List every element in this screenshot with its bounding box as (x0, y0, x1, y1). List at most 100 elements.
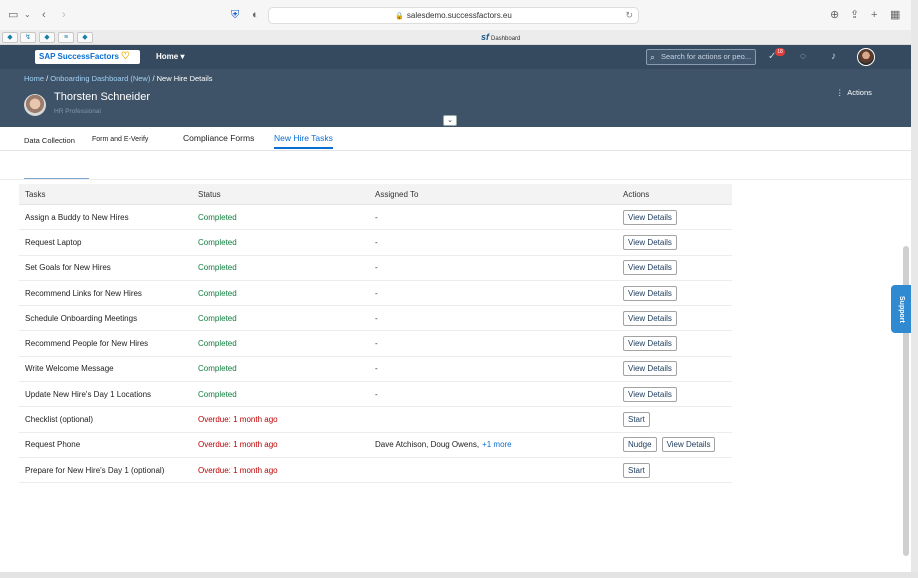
collapse-header-button[interactable]: ⌄ (443, 115, 457, 126)
view-details-button[interactable]: View Details (623, 361, 677, 377)
table-row: Prepare for New Hire's Day 1 (optional) … (19, 457, 732, 484)
tasks-table: Tasks Status Assigned To Actions Assign … (19, 184, 732, 484)
company-logo[interactable]: SAP SuccessFactors ♡ (35, 50, 140, 64)
bookmark-icon[interactable]: ↯ (20, 32, 36, 43)
breadcrumb-home[interactable]: Home (24, 74, 44, 83)
task-name: Recommend Links for New Hires (25, 288, 142, 298)
task-name: Request Phone (25, 440, 81, 450)
caret-down-icon: ▾ (180, 52, 185, 61)
tab-bar: Data Collection Form and E-Verify Compli… (0, 127, 911, 151)
bookmark-icon[interactable]: ◆ (39, 32, 55, 43)
breadcrumb-separator: / (152, 74, 155, 83)
table-row: Write Welcome Message Completed - View D… (19, 356, 732, 383)
actions-label: Actions (847, 88, 872, 97)
user-avatar[interactable] (857, 48, 875, 66)
address-bar[interactable]: 🔒 salesdemo.successfactors.eu ↻ (268, 7, 639, 24)
divider (0, 179, 911, 180)
nudge-button[interactable]: Nudge (623, 437, 657, 453)
download-icon[interactable]: ⊕ (830, 8, 839, 22)
task-status: Completed (198, 237, 237, 247)
table-row: Schedule Onboarding Meetings Completed -… (19, 306, 732, 332)
breadcrumb-separator: / (46, 74, 49, 83)
table-row: Request Phone Overdue: 1 month ago Dave … (19, 432, 732, 458)
task-assignee: Dave Atchison, Doug Owens, +1 more (375, 433, 512, 457)
tab-compliance-forms[interactable]: Compliance Forms (183, 133, 254, 143)
home-label: Home (156, 52, 179, 61)
window-edge (911, 0, 918, 578)
task-assignee: - (375, 313, 378, 323)
task-name: Request Laptop (25, 237, 82, 247)
lock-icon: 🔒 (395, 13, 404, 20)
task-name: Recommend People for New Hires (25, 339, 149, 349)
task-assignee: - (375, 263, 378, 273)
new-tab-icon[interactable]: + (871, 8, 877, 22)
reload-icon[interactable]: ↻ (625, 8, 633, 23)
view-details-button[interactable]: View Details (623, 310, 677, 326)
url-text: salesdemo.successfactors.eu (406, 11, 512, 20)
active-browser-tab[interactable]: sf Dashboard (481, 32, 520, 45)
assignee-names: Dave Atchison, Doug Owens, (375, 440, 480, 450)
bookmark-icon[interactable]: ◆ (2, 32, 18, 43)
sidebar-toggle-icon[interactable]: ▭ (8, 8, 18, 22)
view-details-button[interactable]: View Details (623, 209, 677, 225)
task-assignee: - (375, 237, 378, 247)
task-status: Completed (198, 389, 237, 399)
column-header-status: Status (198, 189, 221, 199)
actions-button[interactable]: ⋮ Actions (836, 88, 872, 97)
view-details-button[interactable]: View Details (623, 336, 677, 352)
forward-icon[interactable]: › (62, 8, 66, 22)
task-status: Completed (198, 339, 237, 349)
tab-title: Dashboard (491, 36, 521, 42)
bell-icon[interactable]: ♪ (831, 51, 836, 63)
chevron-down-icon[interactable]: ⌄ (24, 8, 31, 22)
task-status: Completed (198, 212, 237, 222)
table-row: Update New Hire's Day 1 Locations Comple… (19, 382, 732, 408)
bookmark-icon[interactable]: ≡ (58, 32, 74, 43)
table-row: Recommend Links for New Hires Completed … (19, 280, 732, 307)
shell-bar: SAP SuccessFactors ♡ Home ▾ ⌕ Search for a… (0, 45, 911, 69)
task-assignee: - (375, 389, 378, 399)
heart-icon: ♡ (120, 51, 130, 62)
task-status: Overdue: 1 month ago (198, 440, 278, 450)
search-input[interactable]: ⌕ Search for actions or peo... (646, 49, 756, 65)
tab-new-hire-tasks[interactable]: New Hire Tasks (274, 133, 333, 149)
table-row: Recommend People for New Hires Completed… (19, 331, 732, 357)
home-menu[interactable]: Home ▾ (156, 51, 184, 63)
tab-data-collection[interactable]: Data Collection (24, 136, 75, 145)
start-button[interactable]: Start (623, 412, 650, 428)
tab-overview-icon[interactable]: ▦ (890, 8, 900, 22)
table-row: Assign a Buddy to New Hires Completed - … (19, 205, 732, 231)
bookmark-icon[interactable]: ◆ (77, 32, 93, 43)
task-status: Completed (198, 263, 237, 273)
breadcrumb-onboarding[interactable]: Onboarding Dashboard (New) (50, 74, 150, 83)
view-details-button[interactable]: View Details (623, 386, 677, 402)
task-name: Set Goals for New Hires (25, 263, 111, 273)
logo-text: SAP SuccessFactors (39, 52, 119, 61)
share-icon[interactable]: ⇪ (850, 8, 859, 22)
view-details-button[interactable]: View Details (623, 260, 677, 276)
back-icon[interactable]: ‹ (42, 8, 46, 22)
tab-bar: ◆ ↯ ◆ ≡ ◆ sf Dashboard (0, 30, 918, 45)
more-assignees-link[interactable]: +1 more (482, 440, 512, 449)
view-details-button[interactable]: View Details (661, 437, 716, 453)
breadcrumb-current: New Hire Details (156, 74, 213, 83)
start-button[interactable]: Start (623, 462, 650, 478)
view-details-button[interactable]: View Details (623, 234, 677, 250)
reader-icon[interactable]: ◐ (252, 8, 259, 22)
view-details-button[interactable]: View Details (623, 285, 677, 301)
employee-name: Thorsten Schneider (54, 91, 150, 103)
column-header-tasks: Tasks (25, 189, 46, 199)
chat-icon[interactable]: ◌ (800, 51, 806, 63)
shield-icon[interactable]: ⛨ (231, 8, 239, 22)
task-assignee: - (375, 212, 378, 222)
employee-title: HR Professional (54, 108, 101, 115)
window-edge (0, 572, 918, 578)
task-name: Write Welcome Message (25, 364, 114, 374)
employee-avatar (24, 94, 46, 116)
tab-form-e-verify[interactable]: Form and E-Verify (92, 136, 148, 143)
support-button[interactable]: Support (891, 285, 911, 333)
task-status: Overdue: 1 month ago (198, 465, 278, 475)
task-name: Update New Hire's Day 1 Locations (25, 389, 152, 399)
search-placeholder: Search for actions or peo... (661, 52, 752, 61)
breadcrumb: Home / Onboarding Dashboard (New) / New … (24, 74, 213, 83)
